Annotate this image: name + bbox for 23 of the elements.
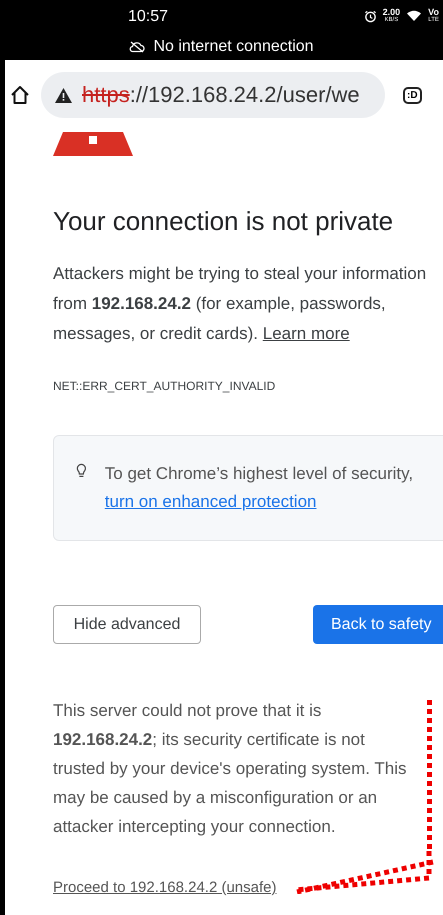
cloud-off-icon [129,41,146,53]
clock-time: 10:57 [128,8,168,26]
tip-text: To get Chrome’s highest level of security, turn on enhanced protection [104,463,414,513]
alarm-clock-icon [364,10,377,22]
warning-icon [53,132,133,156]
wifi-icon [406,10,422,22]
learn-more-link[interactable]: Learn more [262,324,350,343]
enhanced-protection-link[interactable]: turn on enhanced protection [104,492,316,511]
address-bar[interactable]: https://192.168.24.2/user/we [41,72,385,118]
back-to-safety-button[interactable]: Back to safety [313,605,443,644]
proceed-link[interactable]: Proceed to 192.168.24.2 (unsafe) [53,879,276,896]
warning-icon [55,88,72,102]
offline-message: No internet connection [153,38,314,56]
error-code: NET::ERR_CERT_AUTHORITY_INVALID [53,379,276,393]
tab-switcher-button[interactable]: :D [403,86,422,104]
url-text: https://192.168.24.2/user/we [82,82,360,108]
warning-paragraph: Attackers might be trying to steal your information from 192.168.24.2 (for example, passwords, messages, or credit cards). Learn more [53,263,428,345]
home-icon[interactable] [9,84,31,106]
data-speed-value: 2.00 [382,8,400,16]
page-title: Your connection is not private [53,206,394,237]
details-paragraph: This server could not prove that it is 192.168.24.2; its security certificate is not trusted by your device's operating system. This may be caused by a misconfiguration or an attacker intercepting your connection. [53,700,408,838]
hide-advanced-button[interactable]: Hide advanced [53,605,201,644]
network-type-label: Vo [428,8,439,16]
